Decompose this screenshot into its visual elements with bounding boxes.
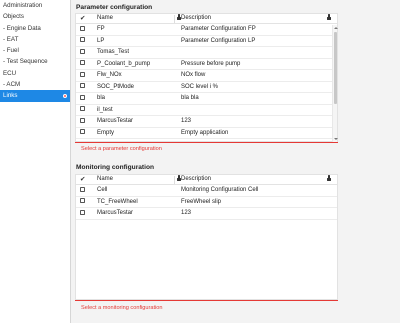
alert-badge-icon [62, 93, 67, 99]
row-checkbox[interactable] [80, 48, 85, 54]
row-description: NOx flow [181, 72, 206, 78]
column-header-name[interactable]: Name [97, 14, 171, 24]
row-description: Parameter Configuration LP [181, 37, 256, 44]
lock-icon [327, 175, 331, 181]
lock-icon [327, 14, 331, 20]
sidebar-item-ecu[interactable]: ECU [0, 68, 70, 79]
row-checkbox[interactable] [80, 117, 85, 123]
row-name: SOC_PtMode [97, 83, 135, 90]
row-checkbox[interactable] [80, 71, 85, 77]
row-name: TC_FreeWheel [97, 198, 138, 205]
table-row[interactable]: P_Coolant_b_pump Pressure before pump [76, 59, 337, 70]
row-checkbox[interactable] [80, 60, 85, 66]
parameter-config-error: Select a parameter configuration [81, 146, 162, 152]
row-name: Tomas_Test [97, 49, 130, 55]
sidebar-item-eat[interactable]: - EAT [0, 34, 70, 45]
column-header-name[interactable]: Name [97, 175, 171, 185]
scroll-up-icon[interactable] [333, 27, 338, 29]
table-row[interactable]: SOC_PtMode SOC level i % [76, 82, 337, 93]
row-name: il_test [97, 106, 113, 113]
table-row[interactable]: bla bla bla [76, 93, 337, 105]
row-checkbox[interactable] [80, 83, 85, 89]
main-content: Parameter configuration ✔ Name Descripti… [71, 0, 400, 323]
table-row[interactable]: MarcusTestar 123 [76, 116, 337, 128]
row-checkbox[interactable] [80, 94, 85, 100]
sidebar-item-acm[interactable]: - ACM [0, 79, 70, 90]
row-checkbox[interactable] [80, 198, 85, 204]
table-row[interactable]: MarcusTestar 123 [76, 208, 337, 220]
row-name: FP [97, 26, 105, 32]
table-header: ✔ Name Description [76, 14, 337, 24]
scroll-thumb[interactable] [333, 32, 337, 104]
select-all-check-icon[interactable]: ✔ [80, 175, 88, 185]
sidebar-item-label: Objects [3, 13, 24, 21]
parameter-config-title: Parameter configuration [76, 4, 153, 11]
scroll-down-icon[interactable] [333, 138, 338, 140]
table-row[interactable]: FP Parameter Configuration FP [76, 24, 337, 36]
row-description: Pressure before pump [181, 60, 241, 67]
monitoring-config-error: Select a monitoring configuration [81, 305, 163, 311]
table-row[interactable]: TC_FreeWheel FreeWheel slip [76, 197, 337, 208]
table-row[interactable]: Cell Monitoring Configuration Cell [76, 185, 337, 197]
sidebar-item-label: - Engine Data [3, 24, 41, 32]
row-description: Empty application [181, 129, 229, 136]
row-checkbox[interactable] [80, 129, 85, 135]
validation-underline [75, 300, 338, 301]
monitoring-config-table: ✔ Name Description Cell Monitoring Config… [75, 174, 338, 300]
table-row[interactable]: Tomas_Test [76, 47, 337, 59]
sidebar-item-label: Administration [3, 2, 43, 9]
row-name: MarcusTestar [97, 210, 134, 216]
row-name: Flw_NOx [97, 72, 122, 78]
table-header: ✔ Name Description [76, 175, 337, 185]
sidebar-item-administration[interactable]: Administration [0, 0, 70, 11]
row-description: FreeWheel slip [181, 198, 222, 205]
sidebar-item-label: - Test Sequence [3, 58, 48, 66]
select-all-check-icon[interactable]: ✔ [80, 14, 88, 24]
column-divider[interactable] [174, 176, 175, 184]
sidebar-item-objects[interactable]: Objects [0, 11, 70, 22]
table-row[interactable]: Empty Empty application [76, 128, 337, 139]
validation-underline [75, 142, 338, 143]
table-row[interactable]: il_test [76, 105, 337, 116]
column-divider[interactable] [174, 15, 175, 23]
row-name: MarcusTestar [97, 118, 134, 124]
table-scrollbar[interactable] [332, 25, 338, 142]
row-description: SOC level i % [181, 83, 219, 90]
row-name: Cell [97, 187, 108, 193]
sidebar-item-test-sequence[interactable]: - Test Sequence [0, 56, 70, 67]
column-header-description[interactable]: Description [181, 175, 321, 185]
table-row[interactable]: LP Parameter Configuration LP [76, 36, 337, 47]
sidebar-item-fuel[interactable]: - Fuel [0, 45, 70, 56]
sidebar-item-label: - Fuel [3, 47, 19, 55]
row-name: P_Coolant_b_pump [97, 60, 151, 67]
row-name: LP [97, 37, 105, 44]
sidebar-item-links[interactable]: Links [0, 90, 70, 102]
row-description: 123 [181, 210, 192, 216]
row-checkbox[interactable] [80, 186, 85, 192]
row-description: Monitoring Configuration Cell [181, 187, 259, 193]
sidebar-item-engine-data[interactable]: - Engine Data [0, 23, 70, 34]
parameter-config-table: ✔ Name Description FP Parameter Configura… [75, 13, 338, 142]
column-header-description[interactable]: Description [181, 14, 321, 24]
row-description: bla bla [181, 95, 199, 101]
sidebar-item-label: - ACM [3, 81, 21, 89]
row-checkbox[interactable] [80, 209, 85, 215]
row-checkbox[interactable] [80, 106, 85, 112]
row-name: Empty [97, 129, 115, 136]
row-checkbox[interactable] [80, 37, 85, 43]
sidebar: Administration Objects - Engine Data - E… [0, 0, 71, 323]
row-checkbox[interactable] [80, 25, 85, 31]
row-description: 123 [181, 118, 192, 124]
sidebar-item-label: Links [3, 92, 18, 100]
row-name: bla [97, 95, 106, 101]
table-row[interactable]: Flw_NOx NOx flow [76, 70, 337, 82]
sidebar-item-label: ECU [3, 69, 17, 77]
sidebar-item-label: - EAT [3, 35, 19, 43]
row-description: Parameter Configuration FP [181, 26, 256, 32]
monitoring-config-title: Monitoring configuration [76, 164, 155, 171]
